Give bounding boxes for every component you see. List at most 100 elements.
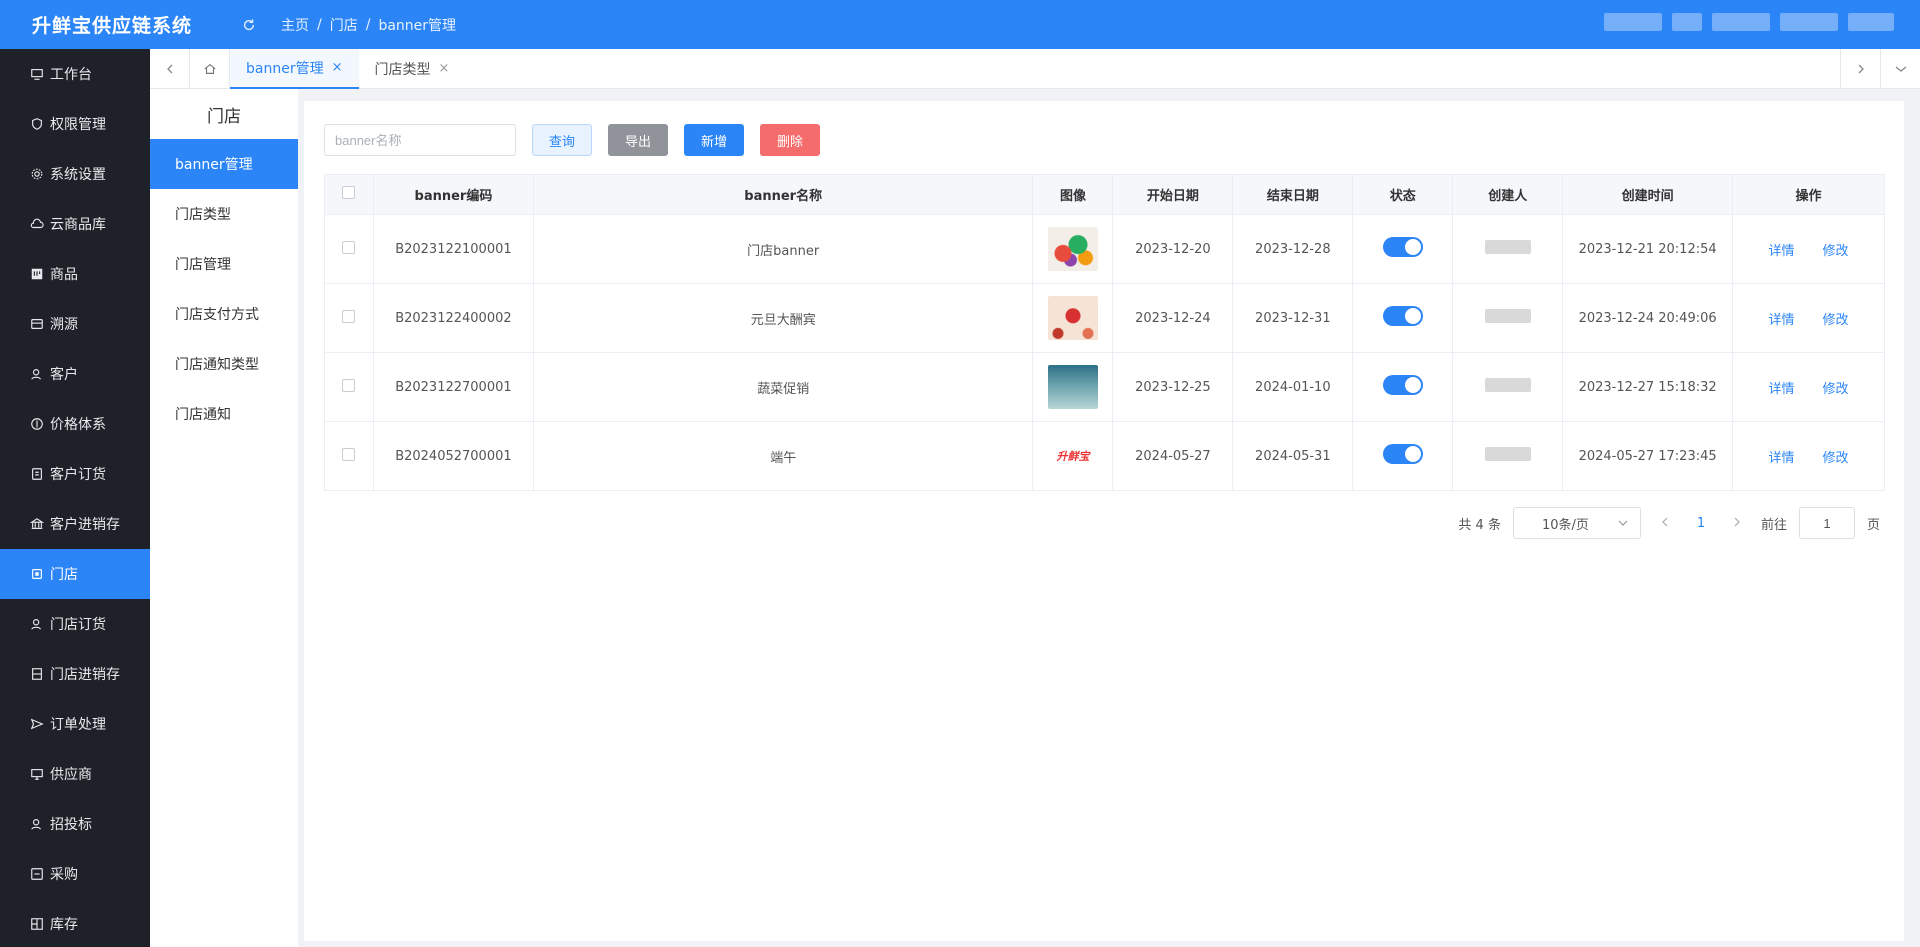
sidebar-item-label: 溯源 [50, 317, 78, 333]
query-button[interactable]: 查询 [532, 124, 592, 156]
edit-link[interactable]: 修改 [1823, 451, 1849, 466]
banner-thumbnail[interactable] [1047, 365, 1098, 409]
row-checkbox[interactable] [342, 309, 356, 323]
banner-name-search-input[interactable] [324, 124, 516, 156]
prev-page-button[interactable] [1653, 516, 1677, 531]
next-page-button[interactable] [1725, 516, 1749, 531]
actions-cell: 详情 修改 [1732, 283, 1885, 353]
sidebar-item[interactable]: 门店订货 [0, 599, 150, 649]
sidebar-item[interactable]: 权限管理 [0, 99, 150, 149]
submenu-item[interactable]: banner管理 [150, 139, 298, 189]
delete-button[interactable]: 删除 [760, 124, 820, 156]
sidebar-item[interactable]: 系统设置 [0, 149, 150, 199]
refresh-icon[interactable] [239, 15, 259, 35]
row-select-cell[interactable] [324, 283, 374, 353]
status-cell [1352, 283, 1454, 353]
header-cell: 创建人 [1452, 174, 1564, 215]
header-cell: 图像 [1032, 174, 1114, 215]
detail-link[interactable]: 详情 [1769, 313, 1795, 328]
tabs-scroll-right-button[interactable] [1840, 49, 1880, 89]
banner-thumbnail[interactable] [1047, 296, 1098, 340]
status-toggle[interactable] [1382, 306, 1423, 326]
actions-cell: 详情 修改 [1732, 352, 1885, 422]
row-select-cell[interactable] [324, 214, 374, 284]
tab-home-button[interactable] [190, 48, 230, 89]
breadcrumb-home[interactable]: 主页 [281, 15, 309, 35]
bank-icon [30, 517, 44, 531]
header-cell: 结束日期 [1232, 174, 1354, 215]
detail-link[interactable]: 详情 [1769, 244, 1795, 259]
detail-link[interactable]: 详情 [1769, 382, 1795, 397]
row-select-cell[interactable] [324, 352, 374, 422]
page-size-select[interactable]: 10条/页 [1512, 507, 1641, 539]
tabs-menu-button[interactable] [1880, 49, 1920, 89]
close-icon[interactable]: × [439, 61, 450, 76]
table-header-row: banner编码 banner名称 图像 开始日期 结束日期 状态 创建人 创建… [324, 174, 1885, 215]
sidebar-item[interactable]: 供应商 [0, 749, 150, 799]
edit-link[interactable]: 修改 [1823, 244, 1849, 259]
sidebar-item[interactable]: 商品 [0, 249, 150, 299]
toolbar: 查询 导出 新增 删除 [324, 124, 820, 156]
banner-thumbnail[interactable] [1047, 227, 1098, 271]
banner-thumbnail[interactable]: 升鲜宝 [1047, 434, 1098, 478]
status-toggle[interactable] [1382, 444, 1423, 464]
sidebar-item[interactable]: 云商品库 [0, 199, 150, 249]
row-checkbox[interactable] [342, 378, 356, 392]
breadcrumb-store[interactable]: 门店 [330, 15, 358, 35]
user-area[interactable] [1604, 13, 1894, 31]
tab-banner-management[interactable]: banner管理 × [230, 48, 359, 89]
sidebar-item[interactable]: 客户 [0, 349, 150, 399]
sidebar-item[interactable]: 溯源 [0, 299, 150, 349]
submenu-title: 门店 [207, 106, 241, 127]
edit-link[interactable]: 修改 [1823, 313, 1849, 328]
edit-link[interactable]: 修改 [1823, 382, 1849, 397]
sidebar-item[interactable]: 门店进销存 [0, 649, 150, 699]
submenu-item[interactable]: 门店通知 [150, 389, 298, 439]
export-button[interactable]: 导出 [608, 124, 668, 156]
sidebar-item[interactable]: 客户订货 [0, 449, 150, 499]
submenu-item[interactable]: 门店类型 [150, 189, 298, 239]
row-checkbox[interactable] [342, 240, 356, 254]
shield-icon [30, 117, 44, 131]
goods-icon [30, 267, 44, 281]
page-number[interactable]: 1 [1689, 516, 1713, 531]
sidebar-item-label: 权限管理 [50, 117, 106, 133]
header-select-all[interactable] [324, 174, 374, 215]
submenu-item[interactable]: 门店支付方式 [150, 289, 298, 339]
sidebar: 工作台权限管理系统设置 云商品库 商品溯源客户 价格体系客户订货客户进销存 门店 门店订货… [0, 49, 150, 947]
supplier-icon [30, 767, 44, 781]
sidebar-item[interactable]: 采购 [0, 849, 150, 899]
chevron-left-icon [166, 64, 172, 73]
select-all-checkbox[interactable] [342, 186, 356, 199]
submenu-item[interactable]: 门店管理 [150, 239, 298, 289]
end-date: 2023-12-28 [1232, 214, 1354, 284]
row-select-cell[interactable] [324, 421, 374, 491]
created-time: 2023-12-27 15:18:32 [1562, 352, 1734, 422]
status-toggle[interactable] [1382, 237, 1423, 257]
tabs-scroll-left-button[interactable] [150, 48, 190, 89]
sidebar-item-label: 客户订货 [50, 467, 106, 483]
sidebar-item[interactable]: 订单处理 [0, 699, 150, 749]
status-cell [1352, 214, 1454, 284]
sidebar-item[interactable]: 价格体系 [0, 399, 150, 449]
sidebar-item[interactable]: 门店 [0, 549, 150, 599]
banner-code: B2023122400002 [372, 283, 534, 353]
sidebar-item[interactable]: 工作台 [0, 49, 150, 99]
close-icon[interactable]: × [332, 60, 343, 75]
goto-page-input[interactable] [1798, 507, 1855, 539]
sidebar-item[interactable]: 库存 [0, 899, 150, 947]
store-stock-icon [30, 667, 44, 681]
sidebar-item[interactable]: 客户进销存 [0, 499, 150, 549]
header-cell: 操作 [1732, 174, 1885, 215]
sidebar-item[interactable]: 招投标 [0, 799, 150, 849]
cloud-icon [30, 217, 44, 231]
add-button[interactable]: 新增 [684, 124, 744, 156]
avatar[interactable] [1780, 13, 1838, 31]
creator-cell [1452, 283, 1564, 353]
status-toggle[interactable] [1382, 375, 1423, 395]
start-date: 2023-12-20 [1112, 214, 1234, 284]
detail-link[interactable]: 详情 [1769, 451, 1795, 466]
row-checkbox[interactable] [342, 447, 356, 461]
tab-store-type[interactable]: 门店类型 × [359, 49, 466, 89]
submenu-item[interactable]: 门店通知类型 [150, 339, 298, 389]
